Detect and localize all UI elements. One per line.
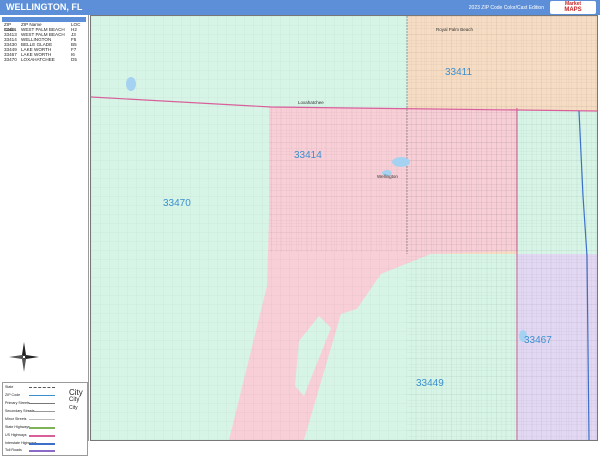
zip-map[interactable]: 33411 33414 33470 33467 33449 Loxahatche… bbox=[91, 16, 597, 440]
legend-zip: ZIP Code bbox=[5, 393, 21, 397]
legend-state-line bbox=[29, 387, 55, 388]
legend-city-small: City bbox=[69, 405, 78, 411]
legend-state-hwy: State Highways bbox=[5, 425, 30, 429]
zip-label-33414: 33414 bbox=[294, 150, 322, 161]
map-legend: State ZIP Code Primary Streets Secondary… bbox=[2, 382, 88, 456]
legend-minor-line bbox=[29, 419, 55, 420]
lake bbox=[126, 77, 136, 91]
legend-us-hwy-line bbox=[29, 435, 55, 437]
legend-toll: Toll Roads bbox=[5, 448, 22, 452]
place-label-wellington: Wellington bbox=[377, 174, 398, 179]
place-label-royal-palm-beach: Royal Palm Beach bbox=[436, 27, 474, 32]
place-label-loxahatchee: Loxahatchee bbox=[298, 100, 324, 105]
legend-primary-line bbox=[29, 403, 55, 404]
legend-city-large: City bbox=[69, 388, 83, 397]
legend-state: State bbox=[5, 385, 14, 389]
legend-secondary-line bbox=[29, 411, 55, 412]
loc-cell: D5 bbox=[71, 57, 77, 62]
logo-line-2: MAPS bbox=[564, 7, 582, 13]
legend-interstate-line bbox=[29, 443, 55, 445]
left-panel: ZIP Code ZIP Name LOC 33411 WEST PALM BE… bbox=[0, 15, 89, 456]
title-bar: WELLINGTON, FL 2023 ZIP Code Color/Cast … bbox=[0, 0, 600, 15]
legend-toll-line bbox=[29, 450, 55, 452]
legend-state-hwy-line bbox=[29, 427, 55, 429]
compass-rose-icon bbox=[9, 342, 39, 372]
legend-city-medium: City bbox=[69, 397, 80, 403]
zip-table-row: 33470 LOXAHATCHEE D5 bbox=[2, 57, 86, 62]
zip-label-33449: 33449 bbox=[416, 378, 444, 389]
legend-primary: Primary Streets bbox=[5, 401, 30, 405]
zip-label-33470: 33470 bbox=[163, 198, 191, 209]
zip-cell: 33470 bbox=[4, 57, 17, 62]
edition-label: 2023 ZIP Code Color/Cast Edition bbox=[468, 5, 544, 11]
map-frame[interactable]: 33411 33414 33470 33467 33449 Loxahatche… bbox=[90, 15, 598, 441]
legend-zip-line bbox=[29, 395, 55, 396]
zip-code-table: ZIP Code ZIP Name LOC 33411 WEST PALM BE… bbox=[2, 17, 86, 62]
publisher-logo: Market MAPS bbox=[550, 1, 596, 14]
legend-minor: Minor Streets bbox=[5, 417, 27, 421]
map-title: WELLINGTON, FL bbox=[6, 2, 83, 12]
legend-us-hwy: US Highways bbox=[5, 433, 27, 437]
street-grid-wellington bbox=[269, 107, 517, 252]
zip-label-33411: 33411 bbox=[445, 67, 473, 78]
zip-label-33467: 33467 bbox=[524, 335, 552, 346]
lake bbox=[392, 157, 410, 167]
name-cell: LOXAHATCHEE bbox=[21, 57, 55, 62]
